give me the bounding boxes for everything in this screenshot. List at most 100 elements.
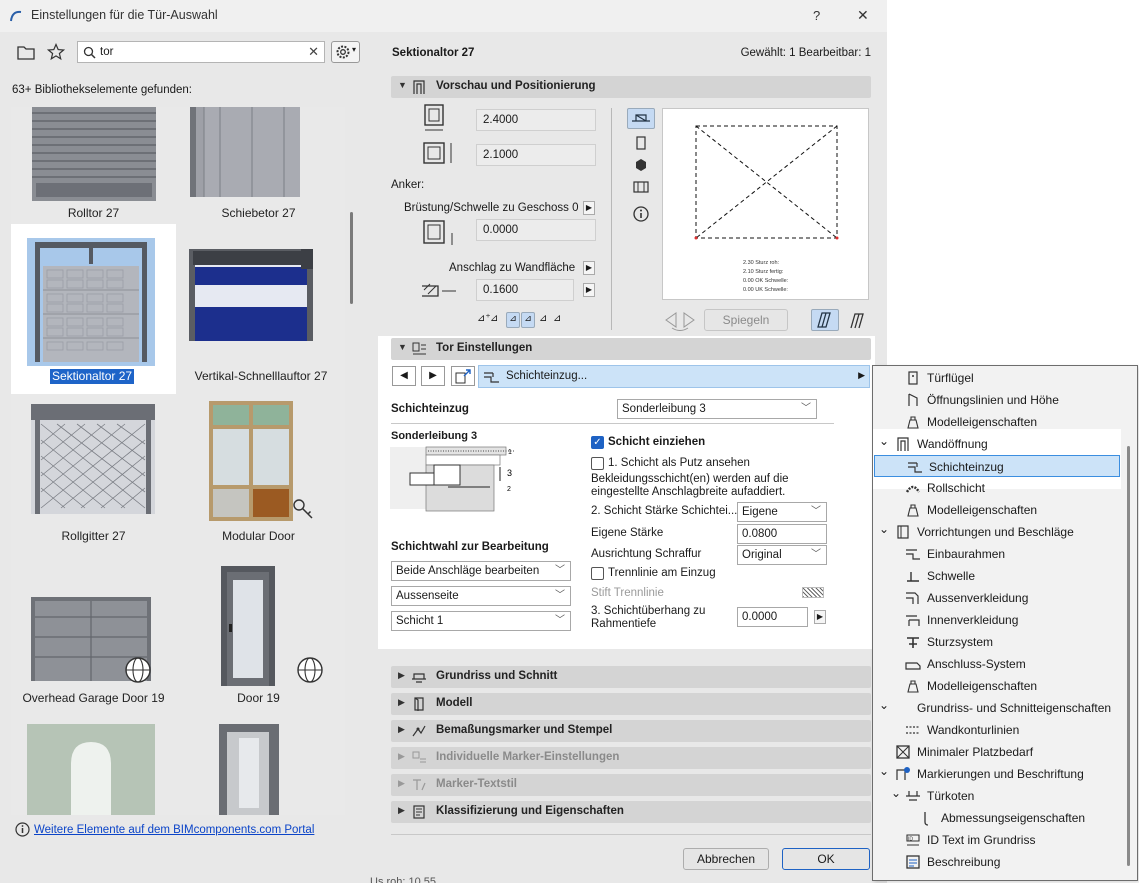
search-field[interactable]: tor ✕ (77, 41, 325, 63)
tree-item-modelleigenschaften[interactable]: Modelleigenschaften (873, 499, 1139, 521)
library-item-door-19[interactable]: Door 19 (176, 554, 341, 714)
trennlinie-checkbox[interactable] (591, 567, 604, 580)
close-button[interactable]: ✕ (857, 7, 869, 24)
tree-item-modelleigenschaften[interactable]: Modelleigenschaften (873, 675, 1139, 697)
mirror-toggle-icon[interactable] (662, 309, 698, 331)
anchor-option-5-icon[interactable]: ⊿ (539, 313, 547, 324)
mirror-button[interactable]: Spiegeln (704, 309, 788, 331)
panel-marker-textstil[interactable]: ▶ Marker-Textstil (391, 774, 871, 796)
panel-klassifizierung[interactable]: ▶ Klassifizierung und Eigenschaften (391, 801, 871, 823)
library-item-overhead-garage-door[interactable]: Overhead Garage Door 19 (11, 554, 176, 714)
tree-item-einbaurahmen[interactable]: Einbaurahmen (873, 543, 1139, 565)
anchor-option-3-icon[interactable]: ⊿ (506, 312, 520, 328)
ausrichtung-select[interactable]: Original ﹀ (737, 545, 827, 565)
tree-expand-icon[interactable]: ⌄ (891, 782, 901, 804)
library-item-schiebetor[interactable]: Schiebetor 27 (176, 107, 341, 225)
tor-panel-header[interactable]: ▼ Tor Einstellungen (391, 338, 871, 360)
sill-input[interactable]: 0.0000 (476, 219, 596, 241)
reveal-value-button[interactable]: ▶ (583, 283, 595, 297)
width-input[interactable]: 2.4000 (476, 109, 596, 131)
library-item-rolltor[interactable]: Rolltor 27 (11, 107, 176, 225)
library-item-rollgitter[interactable]: Rollgitter 27 (11, 394, 176, 554)
page-selector[interactable]: Schichteinzug... ▶ (478, 365, 870, 388)
door-swing-right-icon[interactable] (845, 309, 871, 331)
tree-item-schwelle[interactable]: Schwelle (873, 565, 1139, 587)
library-item-sektionaltor[interactable]: Sektionaltor 27 (11, 224, 176, 394)
schicht-einziehen-checkbox[interactable]: ✓ (591, 436, 604, 449)
glass-door-thumbnail[interactable] (219, 724, 279, 815)
tree-item-markierungen-und-beschriftung[interactable]: ⌄ Markierungen und Beschriftung (873, 763, 1139, 785)
eigene-staerke-input[interactable]: 0.0800 (737, 524, 827, 544)
tree-item-türflügel[interactable]: Türflügel (873, 367, 1139, 389)
tree-item-label: Innenverkleidung (927, 613, 1019, 627)
tree-item-sturzsystem[interactable]: Sturzsystem (873, 631, 1139, 653)
panel-bemassung[interactable]: ▶ Bemaßungsmarker und Stempel (391, 720, 871, 742)
elevation-view-icon[interactable] (634, 135, 648, 151)
height-input[interactable]: 2.1000 (476, 144, 596, 166)
panel-grundriss[interactable]: ▶ Grundriss und Schnitt (391, 666, 871, 688)
tree-expand-icon[interactable]: ⌄ (879, 760, 889, 782)
ueberhang-input[interactable]: 0.0000 (737, 607, 808, 627)
tree-item-minimaler-platzbedarf[interactable]: Minimaler Platzbedarf (873, 741, 1139, 763)
tree-item-rollschicht[interactable]: Rollschicht (873, 477, 1139, 499)
page-export-button[interactable] (451, 366, 475, 386)
view-plan-button[interactable] (627, 108, 655, 129)
anchor-option-4-icon[interactable]: ⊿ (521, 312, 535, 328)
anchor-option-6-icon[interactable]: ⊿ (553, 313, 561, 324)
tree-item-grundriss-und-schnitteigenschaften[interactable]: ⌄ Grundriss- und Schnitteigenschaften (873, 697, 1139, 719)
search-input[interactable]: tor (100, 42, 113, 62)
anchor-option-1-icon[interactable]: ⊿⁺ (477, 313, 491, 324)
info-view-icon[interactable] (632, 205, 650, 223)
schichteinzug-select[interactable]: Sonderleibung 3 ﹀ (617, 399, 817, 419)
tree-item-anschluss-system[interactable]: Anschluss-System (873, 653, 1139, 675)
schicht-select[interactable]: Schicht 1 ﹀ (391, 611, 571, 631)
tree-expand-icon[interactable]: ⌄ (879, 518, 889, 540)
favorites-star-icon[interactable] (47, 43, 65, 61)
tree-item-türkoten[interactable]: ⌄ Türkoten (873, 785, 1139, 807)
tree-item-vorrichtungen-und-beschläge[interactable]: ⌄ Vorrichtungen und Beschläge (873, 521, 1139, 543)
tree-item-wandöffnung[interactable]: ⌄ Wandöffnung (873, 433, 1139, 455)
library-item-modular-door[interactable]: Modular Door (176, 394, 341, 554)
anchor-option-2-icon[interactable]: ⊿ (490, 313, 498, 324)
section-view-icon[interactable] (632, 179, 650, 195)
opening-left-button[interactable] (811, 309, 839, 331)
tree-item-id-text-im-grundriss[interactable]: ID ID Text im Grundriss (873, 829, 1139, 851)
tree-scrollbar[interactable] (1127, 446, 1130, 866)
tree-item-öffnungslinien-und-höhe[interactable]: Öffnungslinien und Höhe (873, 389, 1139, 411)
tree-item-beschreibung[interactable]: Beschreibung (873, 851, 1139, 873)
reveal-input[interactable]: 0.1600 (476, 279, 574, 301)
folder-icon[interactable] (17, 44, 35, 60)
help-button[interactable]: ? (813, 8, 820, 23)
tree-item-aussenverkleidung[interactable]: Aussenverkleidung (873, 587, 1139, 609)
sill-menu-button[interactable]: ▶ (583, 201, 595, 215)
arched-door-thumbnail[interactable] (27, 724, 155, 815)
preview-panel-header[interactable]: ▼ Vorschau und Positionierung (391, 76, 871, 98)
3d-view-icon[interactable] (634, 157, 648, 173)
tree-item-modelleigenschaften[interactable]: Modelleigenschaften (873, 411, 1139, 433)
library-scrollbar[interactable] (350, 212, 353, 304)
schichtwahl-select[interactable]: Beide Anschläge bearbeiten ﹀ (391, 561, 571, 581)
tree-item-wandkonturlinien[interactable]: Wandkonturlinien (873, 719, 1139, 741)
tree-item-abmessungseigenschaften[interactable]: Abmessungseigenschaften (873, 807, 1139, 829)
reveal-menu-button[interactable]: ▶ (583, 261, 595, 275)
schicht-staerke-select[interactable]: Eigene ﹀ (737, 502, 827, 522)
tree-item-innenverkleidung[interactable]: Innenverkleidung (873, 609, 1139, 631)
putz-checkbox[interactable] (591, 457, 604, 470)
cancel-button[interactable]: Abbrechen (683, 848, 769, 870)
next-page-button[interactable]: ▶ (421, 366, 445, 386)
tree-expand-icon[interactable]: ⌄ (879, 430, 889, 452)
portal-link[interactable]: Weitere Elemente auf dem BIMcomponents.c… (34, 824, 314, 836)
ok-button[interactable]: OK (782, 848, 870, 870)
prev-page-button[interactable]: ◀ (392, 366, 416, 386)
library-item-vertikal-schnelllauftor[interactable]: Vertikal-Schnelllauftor 27 (176, 224, 341, 394)
seite-select[interactable]: Aussenseite ﹀ (391, 586, 571, 606)
ueberhang-menu-button[interactable]: ▶ (814, 610, 826, 624)
clear-search-icon[interactable]: ✕ (308, 42, 319, 62)
tree-expand-icon[interactable]: ⌄ (879, 694, 889, 716)
panel-marker-einstellungen[interactable]: ▶ Individuelle Marker-Einstellungen (391, 747, 871, 769)
pen-swatch[interactable] (802, 587, 824, 598)
panel-modell[interactable]: ▶ Modell (391, 693, 871, 715)
tree-item-label: Wandkonturlinien (927, 723, 1020, 737)
tree-item-schichteinzug[interactable]: Schichteinzug (874, 455, 1120, 477)
search-settings-button[interactable]: ▾ (331, 41, 360, 63)
